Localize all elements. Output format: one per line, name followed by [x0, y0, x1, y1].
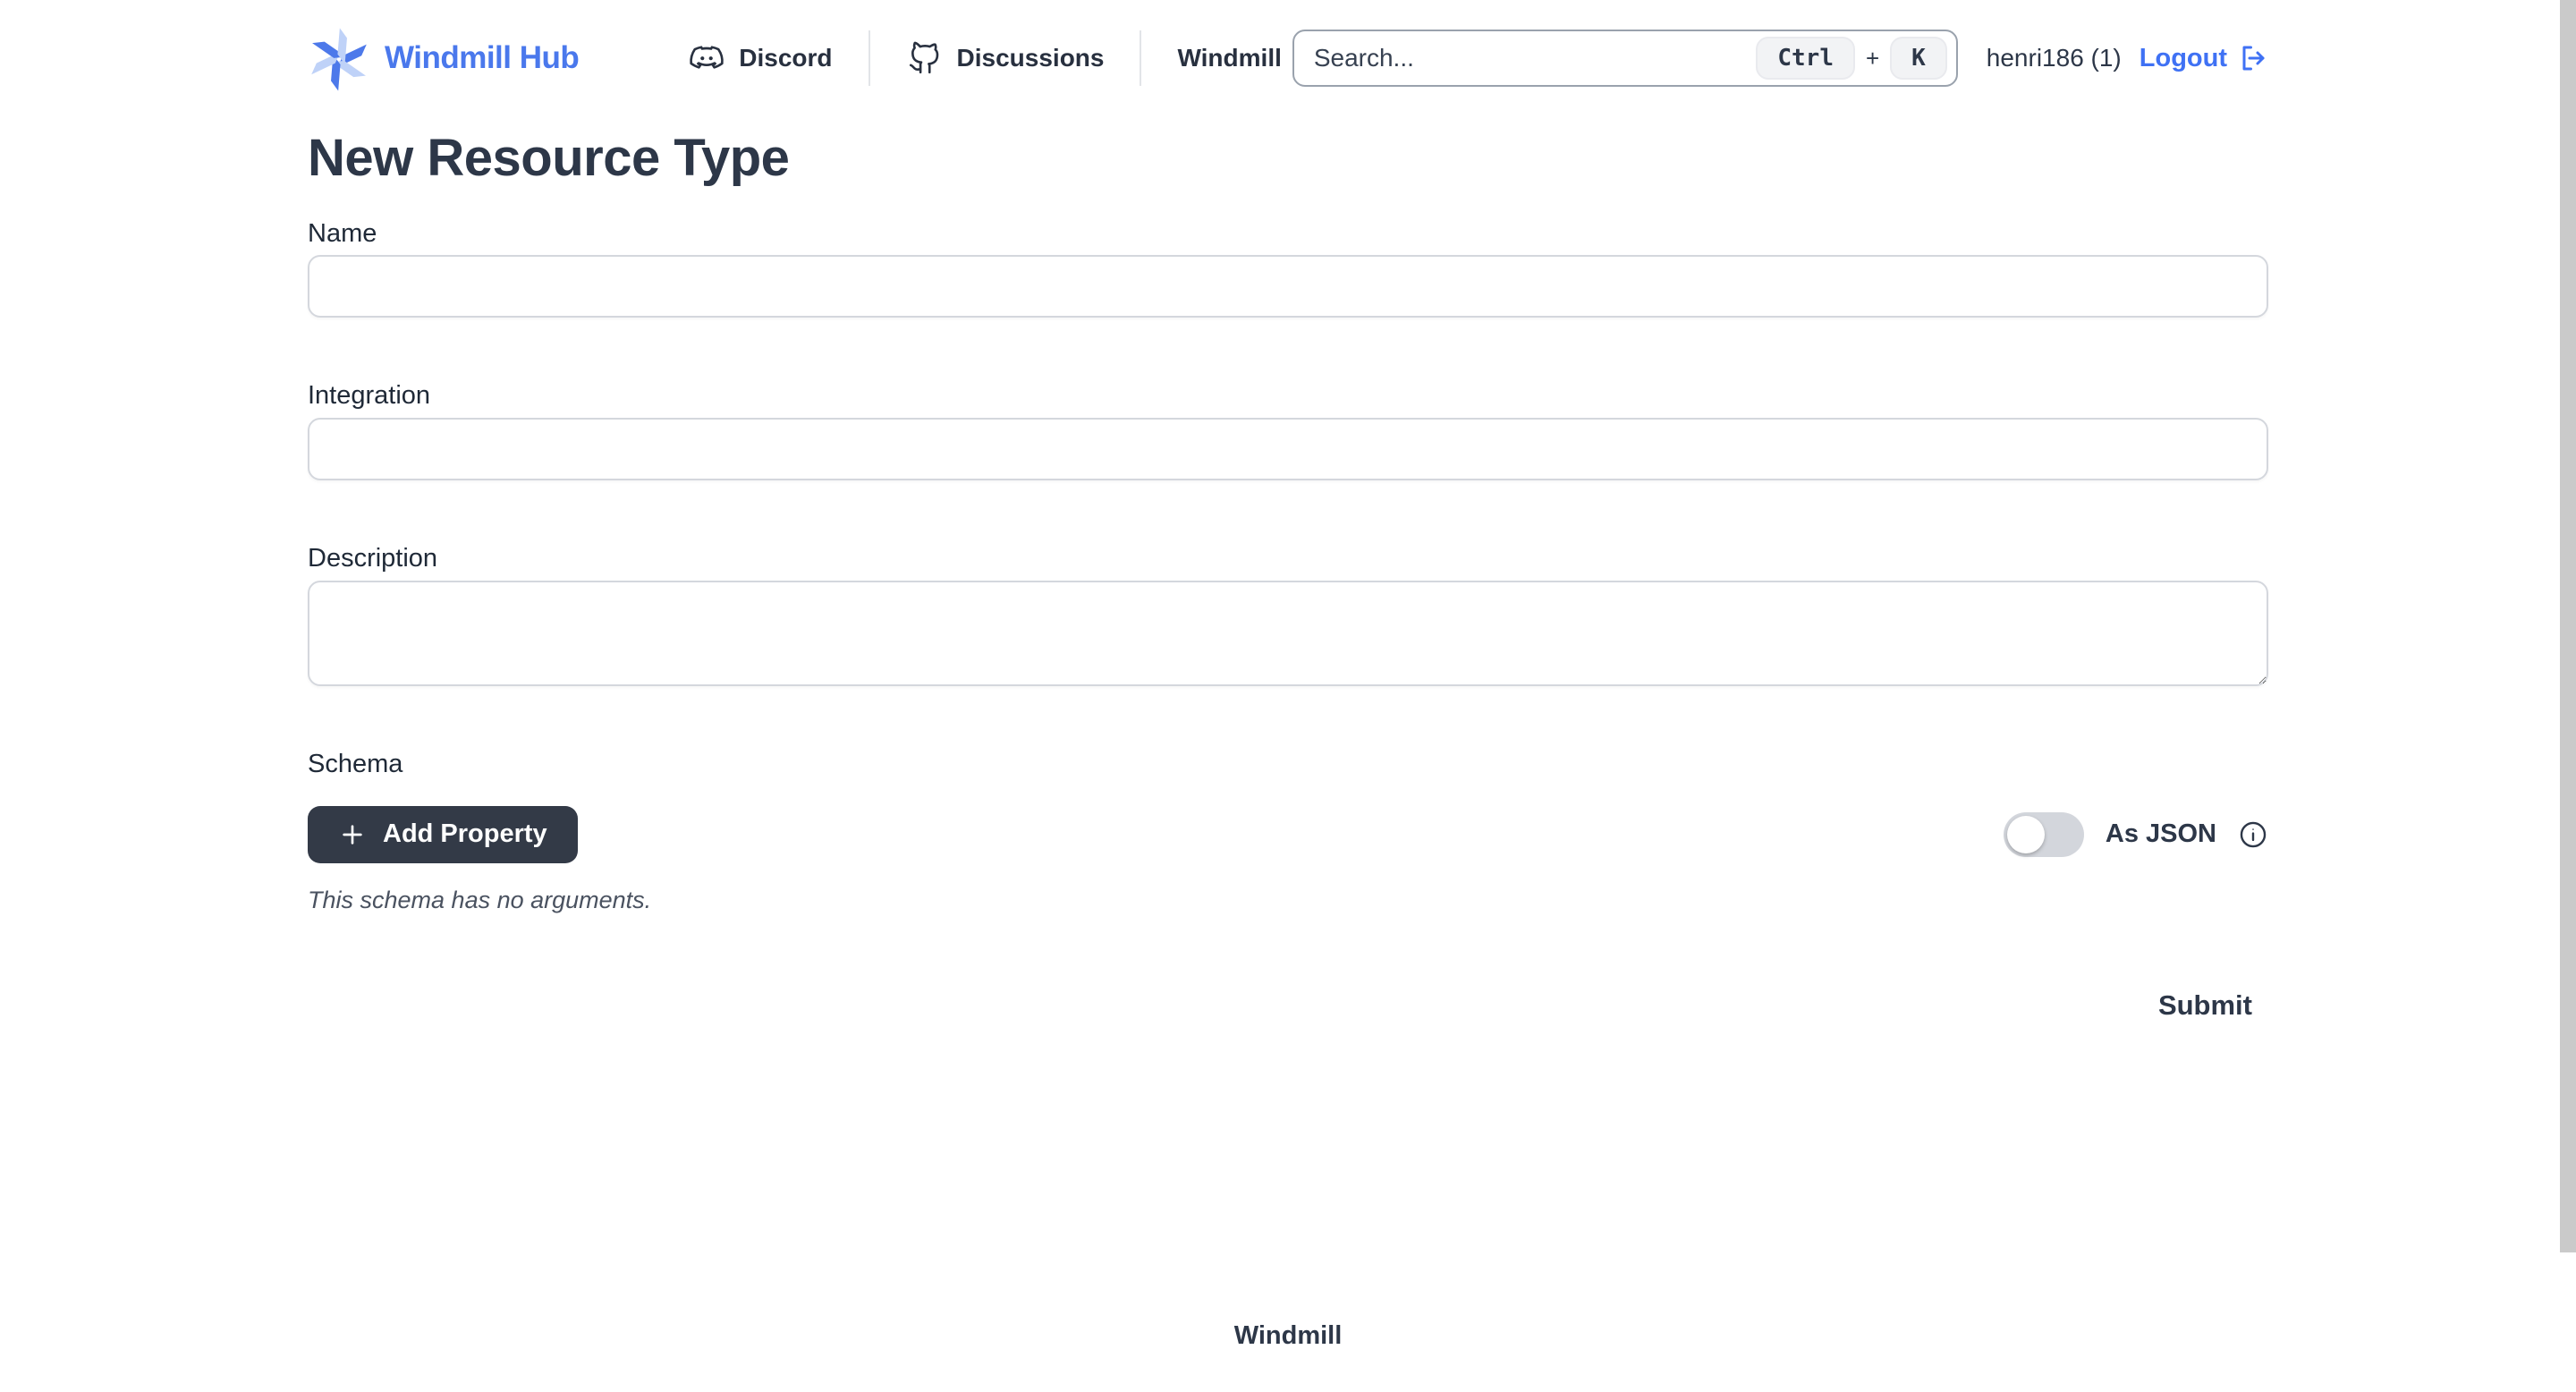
description-label: Description [308, 543, 2268, 574]
brand-name: Windmill Hub [385, 40, 579, 76]
search-shortcut: Ctrl + K [1756, 37, 1946, 80]
kbd-plus: + [1866, 45, 1879, 72]
logout-label: Logout [2140, 44, 2227, 73]
name-label: Name [308, 218, 2268, 250]
nav-item-discussions[interactable]: Discussions [906, 39, 1105, 77]
nav-item-discord[interactable]: Discord [688, 39, 832, 77]
footer-windmill-link[interactable]: Windmill [1234, 1321, 1343, 1350]
name-input[interactable] [308, 255, 2268, 318]
submit-row: Submit [308, 989, 2268, 1022]
logout-button[interactable]: Logout [2140, 42, 2268, 74]
nav-label-discussions: Discussions [957, 44, 1105, 72]
discord-icon [688, 39, 725, 77]
username: henri186 (1) [1987, 44, 2122, 72]
as-json-label: As JSON [2106, 819, 2216, 849]
windmill-logo-icon [308, 25, 370, 91]
kbd-k: K [1890, 37, 1947, 80]
integration-label: Integration [308, 380, 2268, 412]
schema-label: Schema [308, 749, 2268, 780]
github-discussions-icon [906, 39, 944, 77]
info-icon[interactable] [2238, 819, 2268, 850]
add-property-label: Add Property [383, 819, 547, 849]
new-resource-type-form: New Resource Type Name Integration Descr… [308, 116, 2268, 1022]
primary-nav: Discord Discussions Windmill [688, 30, 1282, 86]
search-box[interactable]: Ctrl + K [1292, 30, 1958, 87]
user-area: henri186 (1) Logout [1987, 42, 2268, 74]
toggle-knob [2007, 816, 2045, 853]
as-json-toggle[interactable] [2004, 812, 2084, 857]
nav-label-discord: Discord [739, 44, 832, 72]
nav-label-windmill: Windmill [1177, 44, 1281, 72]
brand-home-link[interactable]: Windmill Hub [308, 25, 579, 91]
description-textarea[interactable] [308, 581, 2268, 686]
nav-divider [869, 30, 870, 86]
nav-item-windmill[interactable]: Windmill [1177, 44, 1281, 72]
search-input[interactable] [1314, 44, 1757, 72]
as-json-group: As JSON [2004, 812, 2268, 857]
submit-button[interactable]: Submit [2158, 989, 2268, 1022]
schema-empty-note: This schema has no arguments. [308, 887, 2268, 914]
add-property-button[interactable]: Add Property [308, 806, 578, 863]
nav-divider [1140, 30, 1141, 86]
plus-icon [338, 820, 367, 849]
page-title: New Resource Type [308, 127, 2268, 190]
integration-input[interactable] [308, 418, 2268, 480]
footer: Windmill [0, 1321, 2576, 1392]
kbd-ctrl: Ctrl [1756, 37, 1855, 80]
scrollbar-thumb[interactable] [2560, 0, 2576, 1252]
header: Windmill Hub Discord Discussions Windmil… [308, 0, 2268, 116]
logout-icon [2236, 42, 2268, 74]
schema-toolbar: Add Property As JSON [308, 806, 2268, 863]
